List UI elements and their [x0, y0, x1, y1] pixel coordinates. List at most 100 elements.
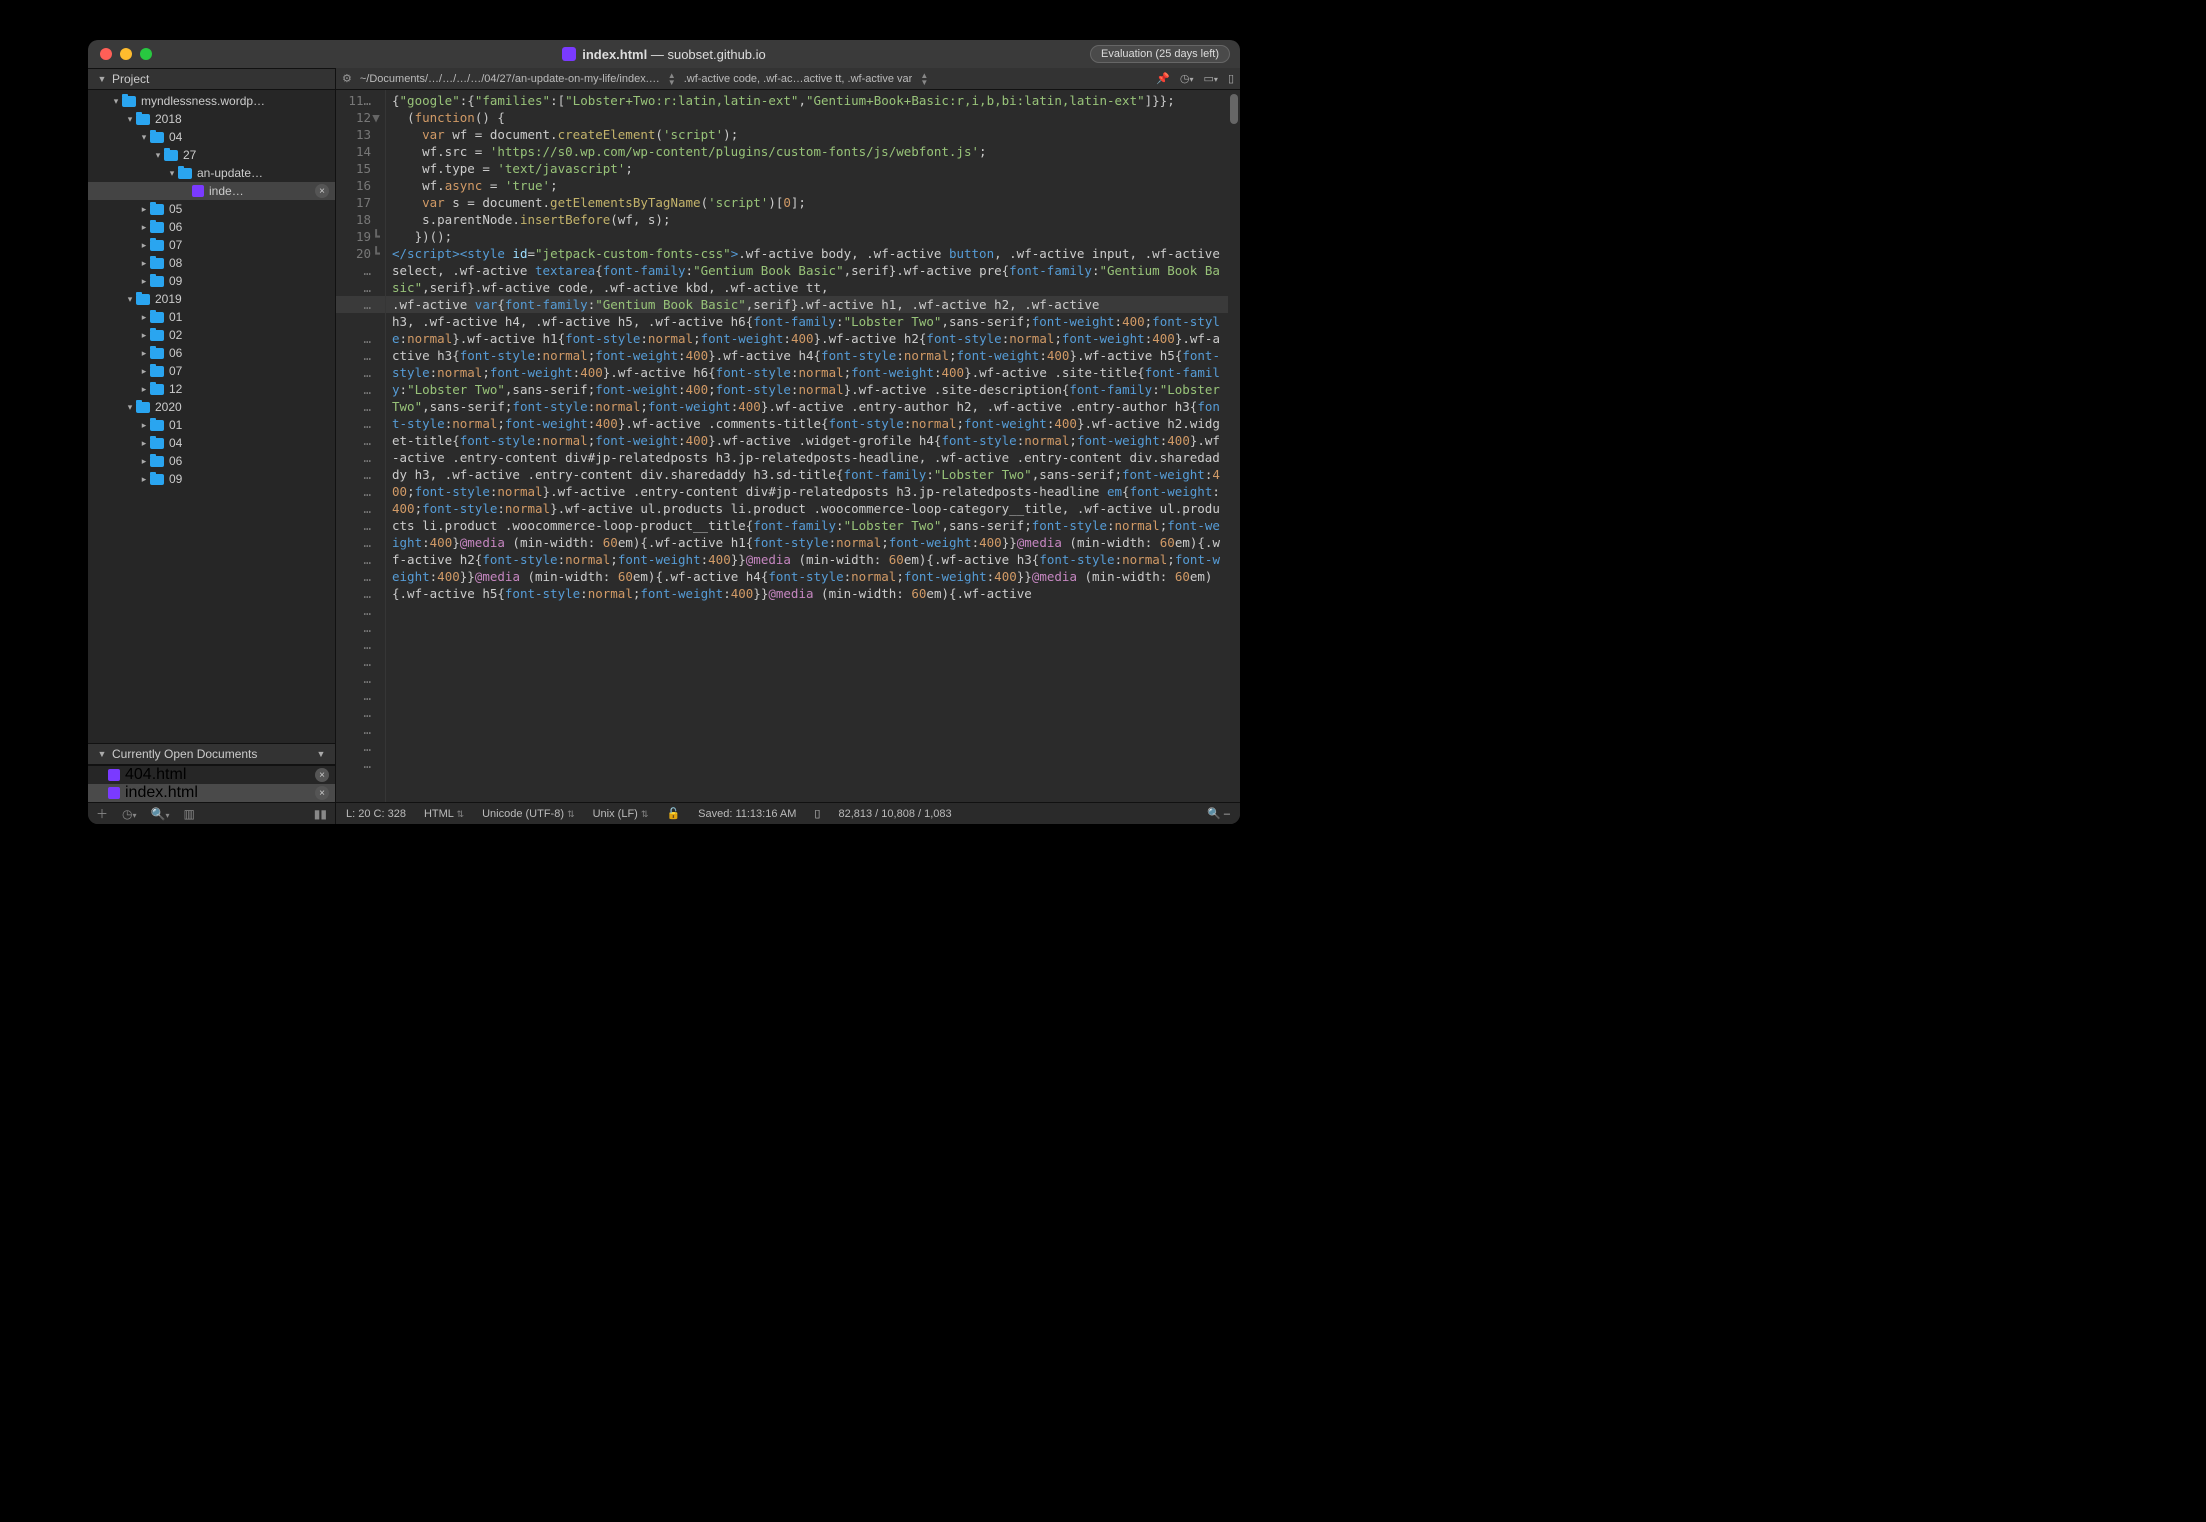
chevron-right-icon[interactable]: ▸ — [138, 330, 150, 341]
open-doc-label: 404.html — [125, 766, 186, 784]
split-icon[interactable]: ▭▾ — [1204, 72, 1218, 85]
breadcrumb-stepper[interactable]: ▲▼ — [668, 72, 676, 86]
chevron-down-icon[interactable]: ▾ — [166, 168, 178, 179]
chevron-right-icon[interactable]: ▸ — [138, 204, 150, 215]
lock-icon[interactable]: 🔓 — [666, 807, 680, 820]
tree-item-label: 27 — [183, 148, 196, 162]
folder-row[interactable]: ▸ 09 — [88, 470, 335, 488]
tree-item-label: 02 — [169, 328, 182, 342]
folder-icon — [150, 204, 164, 215]
folder-row[interactable]: ▾2018 — [88, 110, 335, 128]
open-docs-header[interactable]: ▼ Currently Open Documents ▼ — [88, 743, 335, 765]
editor[interactable]: 11… 12▼ 13 14 15 16 17 18 19┗ 20┗ … … … … — [336, 90, 1240, 802]
search-icon[interactable]: 🔍▾ — [151, 807, 170, 821]
cursor-position[interactable]: L: 20 C: 328 — [346, 808, 406, 820]
folder-row[interactable]: ▸ 02 — [88, 326, 335, 344]
chevron-right-icon[interactable]: ▸ — [138, 384, 150, 395]
chevron-down-icon[interactable]: ▾ — [124, 294, 136, 305]
chevron-down-icon[interactable]: ▾ — [124, 114, 136, 125]
symbol-stepper[interactable]: ▲▼ — [920, 72, 928, 86]
folder-row[interactable]: ▸12 — [88, 380, 335, 398]
folder-row[interactable]: ▸01 — [88, 416, 335, 434]
folder-row[interactable]: ▾2020 — [88, 398, 335, 416]
gutter[interactable]: 11… 12▼ 13 14 15 16 17 18 19┗ 20┗ … … … … — [336, 90, 386, 802]
tree-item-label: 07 — [169, 364, 182, 378]
chevron-right-icon[interactable]: ▸ — [138, 420, 150, 431]
tree-item-label: 09 — [169, 472, 182, 486]
chevron-right-icon[interactable]: ▸ — [138, 240, 150, 251]
chevron-right-icon[interactable]: ▸ — [138, 456, 150, 467]
close-icon[interactable]: × — [315, 786, 329, 800]
folder-icon — [150, 222, 164, 233]
app-window: index.html — suobset.github.io Evaluatio… — [88, 40, 1240, 824]
chevron-right-icon[interactable]: ▸ — [138, 474, 150, 485]
project-tree[interactable]: ▾myndlessness.wordp…▾2018▾04▾27▾an-updat… — [88, 90, 335, 743]
open-doc-label: index.html — [125, 784, 198, 802]
folder-icon — [150, 276, 164, 287]
folder-row[interactable]: ▾2019 — [88, 290, 335, 308]
collapse-sidebar-icon[interactable]: ▮▮ — [314, 807, 327, 821]
chevron-down-icon[interactable]: ▼ — [315, 749, 327, 759]
code-area[interactable]: {"google":{"families":["Lobster+Two:r:la… — [386, 90, 1228, 802]
folder-row[interactable]: ▸05 — [88, 200, 335, 218]
chevron-right-icon[interactable]: ▸ — [138, 276, 150, 287]
folder-row[interactable]: ▾ 04 — [88, 128, 335, 146]
folder-row[interactable]: ▾ 27 — [88, 146, 335, 164]
search-icon[interactable]: 🔍 – — [1207, 807, 1230, 820]
chevron-down-icon[interactable]: ▾ — [138, 132, 150, 143]
folder-row[interactable]: ▸08 — [88, 254, 335, 272]
chevron-down-icon[interactable]: ▾ — [152, 150, 164, 161]
new-doc-icon[interactable]: ▯ — [1228, 72, 1234, 85]
folder-row[interactable]: ▸ 07 — [88, 362, 335, 380]
minimize-window[interactable] — [120, 48, 132, 60]
chevron-right-icon[interactable]: ▸ — [138, 366, 150, 377]
history-dropdown-icon[interactable]: ◷▾ — [1180, 72, 1194, 85]
close-icon[interactable]: × — [315, 184, 329, 198]
maximize-window[interactable] — [140, 48, 152, 60]
folder-icon — [136, 402, 150, 413]
chevron-down-icon[interactable]: ▾ — [110, 96, 122, 107]
folder-row[interactable]: ▾an-update… — [88, 164, 335, 182]
scrollbar[interactable] — [1228, 90, 1240, 802]
chevron-right-icon[interactable]: ▸ — [138, 258, 150, 269]
close-icon[interactable]: × — [315, 768, 329, 782]
tree-item-label: 06 — [169, 346, 182, 360]
history-icon[interactable]: ◷▾ — [122, 807, 137, 821]
add-icon[interactable]: ＋ — [96, 805, 108, 822]
chevron-right-icon[interactable]: ▸ — [138, 222, 150, 233]
layout-icon[interactable]: ▥ — [183, 807, 194, 821]
evaluation-badge[interactable]: Evaluation (25 days left) — [1090, 45, 1230, 63]
line-endings-selector[interactable]: Unix (LF) ⇅ — [593, 808, 649, 820]
folder-icon — [136, 294, 150, 305]
tree-item-label: inde… — [209, 184, 244, 198]
folder-row[interactable]: ▸06 — [88, 452, 335, 470]
tree-item-label: 04 — [169, 130, 182, 144]
folder-row[interactable]: ▸06 — [88, 218, 335, 236]
folder-row[interactable]: ▾myndlessness.wordp… — [88, 92, 335, 110]
gear-icon[interactable]: ⚙ — [342, 72, 352, 85]
window-title: index.html — suobset.github.io — [88, 47, 1240, 62]
sidebar-footer: ＋ ◷▾ 🔍▾ ▥ ▮▮ — [88, 802, 335, 824]
folder-row[interactable]: ▸ 06 — [88, 344, 335, 362]
chevron-right-icon[interactable]: ▸ — [138, 312, 150, 323]
open-docs-list[interactable]: 404.html × index.html × — [88, 765, 335, 802]
close-window[interactable] — [100, 48, 112, 60]
open-doc-row[interactable]: index.html × — [88, 784, 335, 802]
folder-icon — [150, 438, 164, 449]
symbol-selector[interactable]: .wf-active code, .wf-ac…active tt, .wf-a… — [684, 73, 913, 85]
project-panel-header[interactable]: ▼ Project — [88, 68, 335, 90]
file-row[interactable]: inde… × — [88, 182, 335, 200]
chevron-right-icon[interactable]: ▸ — [138, 438, 150, 449]
breadcrumb[interactable]: ~/Documents/…/…/…/…/04/27/an-update-on-m… — [360, 73, 660, 85]
folder-row[interactable]: ▸07 — [88, 236, 335, 254]
chevron-right-icon[interactable]: ▸ — [138, 348, 150, 359]
scroll-thumb[interactable] — [1230, 94, 1238, 124]
folder-row[interactable]: ▸01 — [88, 308, 335, 326]
open-doc-row[interactable]: 404.html × — [88, 766, 335, 784]
language-selector[interactable]: HTML ⇅ — [424, 808, 464, 820]
pin-icon[interactable]: 📌 — [1156, 72, 1170, 85]
encoding-selector[interactable]: Unicode (UTF-8) ⇅ — [482, 808, 575, 820]
folder-row[interactable]: ▸04 — [88, 434, 335, 452]
chevron-down-icon[interactable]: ▾ — [124, 402, 136, 413]
folder-row[interactable]: ▸09 — [88, 272, 335, 290]
